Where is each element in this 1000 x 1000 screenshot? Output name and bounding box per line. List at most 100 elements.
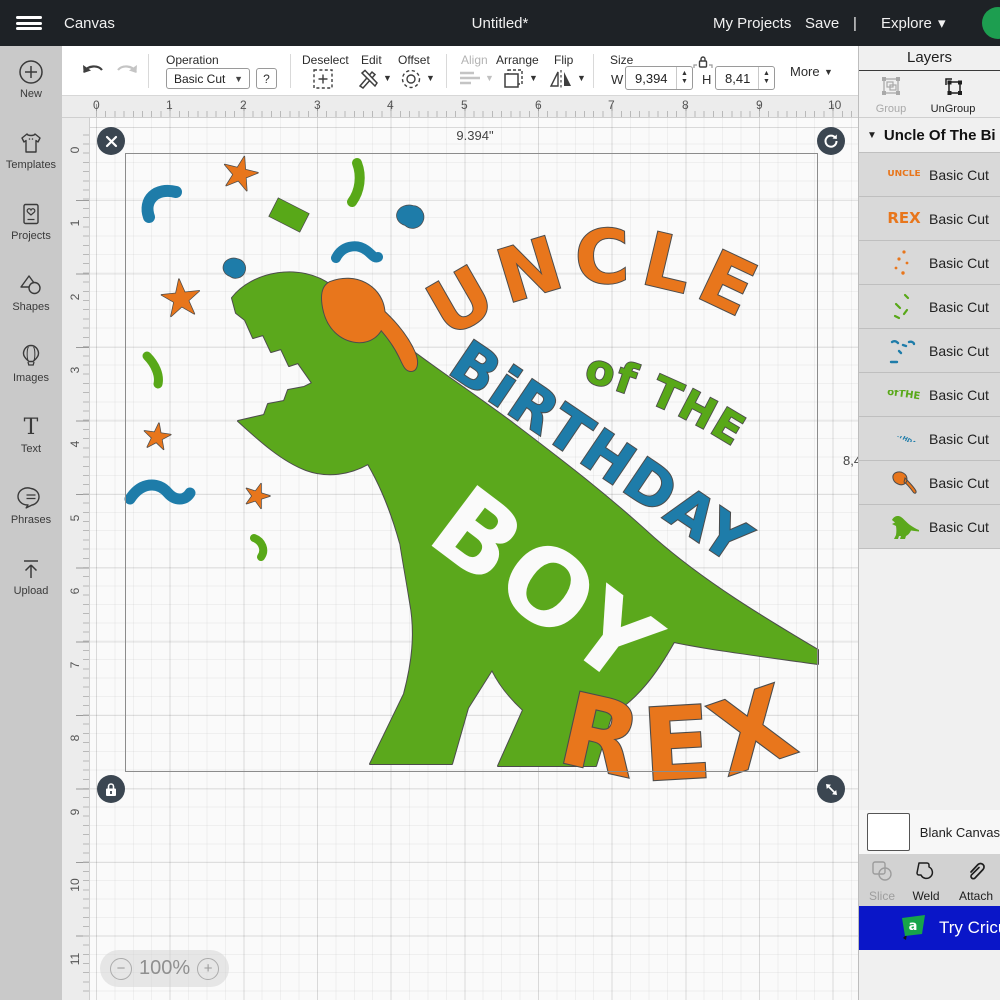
ruler-number: 1 (68, 216, 82, 230)
confetti-green-rect[interactable] (269, 198, 308, 231)
layer-row-birthday[interactable]: BIRTHDAY Basic Cut (859, 416, 1000, 460)
collapse-arrow-icon[interactable]: ▼ (867, 130, 877, 141)
hot-air-balloon-icon (17, 342, 45, 370)
operation-label: Operation (166, 53, 219, 67)
caret-down-icon[interactable]: ▼ (383, 73, 392, 83)
top-bar: Canvas Untitled* My Projects Save | Expl… (0, 0, 1000, 46)
ruler-number: 4 (68, 437, 82, 451)
sidebar-label: Phrases (0, 514, 62, 526)
layer-thumbnail (888, 512, 920, 542)
ungroup-button[interactable]: UnGroup (921, 75, 985, 115)
ruler-number: 6 (68, 584, 82, 598)
offset-label: Offset (398, 53, 430, 67)
layer-row-confetti-orange[interactable]: Basic Cut (859, 240, 1000, 284)
width-input[interactable]: 9,394 ▲▼ (625, 66, 693, 90)
topbar-separator: | (853, 0, 857, 46)
caret-down-icon[interactable]: ▼ (824, 67, 833, 77)
layer-row-of-the[interactable]: ofTHE Basic Cut (859, 372, 1000, 416)
lock-selection-handle[interactable] (97, 775, 125, 803)
slice-icon (870, 859, 894, 883)
operation-help-button[interactable]: ? (256, 68, 277, 89)
width-value[interactable]: 9,394 (626, 71, 676, 86)
layer-row-sunglasses[interactable]: Basic Cut (859, 460, 1000, 504)
toolbar-divider (446, 54, 447, 88)
height-value[interactable]: 8,41 (716, 71, 758, 86)
rotate-icon (823, 133, 839, 149)
hamburger-menu-icon[interactable] (16, 0, 46, 46)
attach-button[interactable]: Attach (953, 859, 999, 903)
sidebar-item-images[interactable]: Images (0, 342, 62, 406)
save-button[interactable]: Save (805, 0, 839, 46)
height-stepper[interactable]: ▲▼ (758, 67, 774, 89)
align-icon (458, 70, 482, 88)
cricut-access-logo: a (899, 914, 929, 942)
ruler-number: 4 (387, 98, 394, 112)
rotate-selection-handle[interactable] (817, 127, 845, 155)
layer-row-confetti-green[interactable]: Basic Cut (859, 284, 1000, 328)
resize-selection-handle[interactable] (817, 775, 845, 803)
account-indicator[interactable] (982, 7, 1000, 39)
shapes-icon (17, 271, 45, 299)
layers-action-bar: Slice Weld Attach (859, 854, 1000, 906)
sidebar-label: New (0, 88, 62, 100)
deselect-icon[interactable] (312, 68, 334, 90)
height-input[interactable]: 8,41 ▲▼ (715, 66, 775, 90)
deselect-label: Deselect (302, 53, 349, 67)
layers-group-bar: Group UnGroup (859, 71, 1000, 118)
ruler-number: 8 (68, 731, 82, 745)
sidebar-item-templates[interactable]: Templates (0, 129, 62, 193)
size-lock-icon[interactable] (692, 54, 714, 70)
step-down-icon: ▼ (763, 78, 770, 86)
ruler-number: 7 (68, 658, 82, 672)
zoom-out-button[interactable]: − (110, 958, 132, 980)
sidebar-item-upload[interactable]: Upload (0, 555, 62, 619)
design-word-uncle[interactable]: UNCLE (413, 214, 776, 354)
undo-icon[interactable] (80, 61, 106, 81)
ruler-number: 1 (166, 98, 173, 112)
sidebar-item-shapes[interactable]: Shapes (0, 271, 62, 335)
try-cricut-banner[interactable]: a Try Cricut (859, 906, 1000, 950)
delete-selection-handle[interactable] (97, 127, 125, 155)
sidebar-item-text[interactable]: T Text (0, 413, 62, 477)
lock-icon (104, 782, 118, 797)
offset-icon[interactable] (400, 68, 422, 90)
weld-button[interactable]: Weld (903, 859, 949, 903)
my-projects-link[interactable]: My Projects (713, 0, 791, 46)
arrange-icon[interactable] (502, 67, 526, 91)
toolbar-divider (290, 54, 291, 88)
more-button[interactable]: More (790, 64, 820, 79)
chevron-down-icon[interactable]: ▾ (938, 0, 946, 46)
layer-row-dinosaur[interactable]: Basic Cut (859, 504, 1000, 548)
layer-row-confetti-blue[interactable]: Basic Cut (859, 328, 1000, 372)
layer-operation: Basic Cut (929, 475, 989, 491)
sidebar-label: Templates (0, 159, 62, 171)
layer-row-rex[interactable]: REX Basic Cut (859, 196, 1000, 240)
blank-canvas-thumbnail (867, 813, 910, 851)
layer-row-uncle[interactable]: UNCLE Basic Cut (859, 152, 1000, 196)
flip-icon[interactable] (548, 68, 574, 90)
ruler-number: 10 (68, 878, 82, 892)
upload-icon (17, 555, 45, 583)
sidebar-item-new[interactable]: New (0, 58, 62, 122)
caret-down-icon[interactable]: ▼ (529, 73, 538, 83)
blank-canvas-row[interactable]: Blank Canvas (859, 810, 1000, 854)
layer-group-header[interactable]: ▼ Uncle Of The Bi (859, 118, 1000, 152)
operation-select[interactable]: Basic Cut ▼ (166, 68, 250, 89)
slice-label: Slice (859, 889, 905, 903)
design-word-rex[interactable]: REX (550, 659, 821, 805)
width-stepper[interactable]: ▲▼ (676, 67, 692, 89)
layer-thumbnail: UNCLE (887, 170, 920, 179)
confetti-blue-dots[interactable] (223, 205, 423, 277)
zoom-in-button[interactable]: + (197, 958, 219, 980)
sidebar-item-projects[interactable]: Projects (0, 200, 62, 264)
weld-icon (914, 859, 938, 883)
redo-icon[interactable] (114, 61, 140, 81)
explore-menu[interactable]: Explore (881, 0, 932, 46)
edit-icon[interactable] (356, 68, 380, 90)
zoom-level: 100% (139, 957, 190, 980)
sidebar-item-phrases[interactable]: Phrases (0, 484, 62, 548)
vertical-ruler: 0 1 2 3 4 5 6 7 8 9 10 11 (62, 118, 90, 1000)
caret-down-icon[interactable]: ▼ (426, 73, 435, 83)
caret-down-icon[interactable]: ▼ (577, 73, 586, 83)
cricut-design-space: Canvas Untitled* My Projects Save | Expl… (0, 0, 1000, 1000)
